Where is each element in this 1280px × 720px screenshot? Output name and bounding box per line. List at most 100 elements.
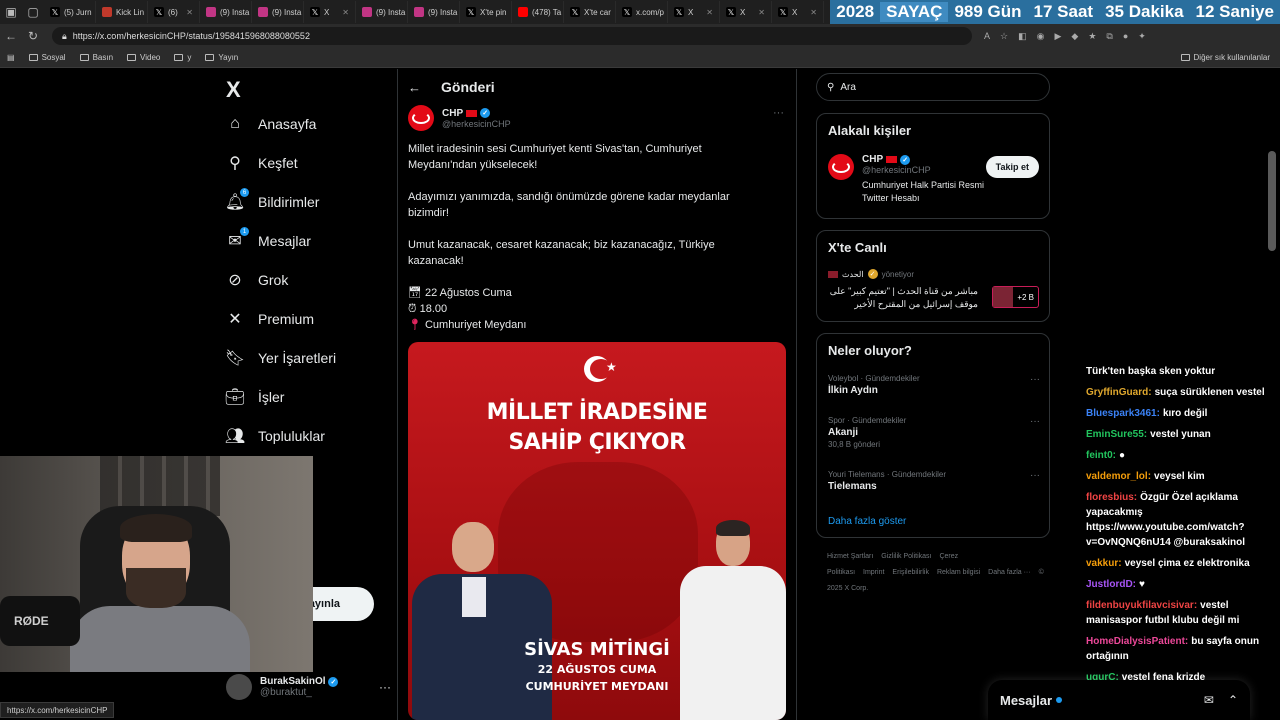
- close-tab-icon[interactable]: ✕: [706, 8, 713, 17]
- browser-tab[interactable]: 𝕏(5) Jurn✕: [44, 1, 96, 23]
- time-text: 18.00: [419, 303, 448, 315]
- extension-icon[interactable]: ◉: [1037, 31, 1045, 42]
- collections-icon[interactable]: ⧉: [1106, 31, 1112, 42]
- footer-link[interactable]: Gizlilik Politikası: [881, 553, 931, 560]
- browser-tab[interactable]: 𝕏 X ✕: [720, 1, 772, 23]
- footer-link[interactable]: Hizmet Şartları: [827, 553, 873, 560]
- bookmark-folder[interactable]: Basın: [73, 53, 120, 62]
- bookmark-folder[interactable]: Sosyal: [22, 53, 73, 62]
- chat-username[interactable]: HomeDialysisPatient:: [1086, 636, 1188, 647]
- reload-icon[interactable]: ↻: [22, 25, 44, 47]
- follow-button[interactable]: Takip et: [985, 156, 1039, 178]
- live-listeners-badge[interactable]: +2 B: [992, 286, 1039, 308]
- chat-username[interactable]: Bluespark3461:: [1086, 408, 1160, 419]
- more-icon[interactable]: ···: [379, 680, 391, 694]
- browser-tab[interactable]: (9) Insta✕: [356, 1, 408, 23]
- trend-item[interactable]: Voleybol · Gündemdekiler İlkin Aydın ···: [828, 374, 1040, 396]
- tweet-image[interactable]: ★ MİLLET İRADESİNE SAHİP ÇIKIYOR SİVAS M…: [408, 342, 786, 720]
- more-icon[interactable]: ···: [1030, 374, 1040, 385]
- back-arrow-icon[interactable]: ←: [408, 80, 421, 95]
- browser-tab[interactable]: (9) Insta✕: [252, 1, 304, 23]
- nav-item-mail[interactable]: ✉ 1 Mesajlar: [226, 227, 311, 250]
- tweet-author[interactable]: CHP ✓ @herkesicinCHP: [408, 105, 511, 131]
- chat-username[interactable]: valdemor_lol:: [1086, 471, 1151, 482]
- browser-tab[interactable]: 𝕏x.com/p✕: [616, 1, 668, 23]
- nav-item-home[interactable]: ⌂ Anasayfa: [226, 115, 316, 133]
- author-name[interactable]: CHP ✓: [442, 108, 511, 119]
- new-message-icon[interactable]: ✉: [1204, 693, 1214, 707]
- browser-tab[interactable]: 𝕏 X ✕: [668, 1, 720, 23]
- bookmark-menu-icon[interactable]: ▤: [0, 53, 22, 62]
- browser-tab[interactable]: 𝕏X'te car✕: [564, 1, 616, 23]
- browser-tab[interactable]: (478) Ta✕: [512, 1, 564, 23]
- footer-link[interactable]: Imprint: [863, 569, 884, 576]
- browser-tab[interactable]: Kick Lin✕: [96, 1, 148, 23]
- more-options-icon[interactable]: ···: [773, 107, 784, 119]
- workspaces-icon[interactable]: ▣: [0, 1, 22, 23]
- browser-tab[interactable]: 𝕏 X ✕: [772, 1, 824, 23]
- more-icon[interactable]: ···: [1030, 470, 1040, 481]
- avatar[interactable]: [408, 105, 434, 131]
- close-tab-icon[interactable]: ✕: [758, 8, 765, 17]
- browser-tab[interactable]: 𝕏 X ✕: [304, 1, 356, 23]
- chat-username[interactable]: feint0:: [1086, 450, 1116, 461]
- profile-avatar[interactable]: ●: [1123, 31, 1128, 42]
- extension-icon[interactable]: ◆: [1071, 31, 1078, 42]
- related-person[interactable]: CHP ✓ @herkesicinCHP Cumhuriyet Halk Par…: [828, 154, 1012, 205]
- scrollbar[interactable]: [1268, 151, 1276, 251]
- chat-username[interactable]: vakkur:: [1086, 558, 1122, 569]
- chat-username[interactable]: floresbius:: [1086, 492, 1137, 503]
- chat-username[interactable]: JustlordD:: [1086, 579, 1136, 590]
- x-logo[interactable]: X: [226, 77, 241, 103]
- chat-username[interactable]: fildenbuyukfilavcisivar:: [1086, 600, 1197, 611]
- live-host[interactable]: الحدث ✓ yönetiyor: [828, 269, 914, 279]
- trend-item[interactable]: Youri Tielemans · Gündemdekiler Tieleman…: [828, 470, 1040, 492]
- read-aloud-icon[interactable]: A: [984, 31, 990, 42]
- footer-link[interactable]: Reklam bilgisi: [937, 569, 980, 576]
- chat-username[interactable]: EminSure55:: [1086, 429, 1147, 440]
- chat-message: floresbius: Özgür Özel açıklama yapacakmı…: [1086, 490, 1280, 550]
- close-tab-icon[interactable]: ✕: [342, 8, 349, 17]
- tab-actions-icon[interactable]: ▢: [22, 1, 44, 23]
- author-handle[interactable]: @herkesicinCHP: [442, 119, 511, 129]
- nav-item-bookmark[interactable]: 🔖︎ Yer İşaretleri: [225, 349, 336, 367]
- extension-icon[interactable]: ◧: [1018, 31, 1027, 42]
- nav-item-x[interactable]: ✕ Premium: [226, 310, 314, 328]
- search-input[interactable]: ⚲ Ara: [816, 73, 1050, 101]
- bookmark-folder[interactable]: y: [167, 53, 198, 62]
- bookmark-folder[interactable]: Video: [120, 53, 167, 62]
- browser-tab[interactable]: (9) Insta✕: [408, 1, 460, 23]
- footer-link[interactable]: Daha fazla ···: [988, 569, 1030, 576]
- favorites-icon[interactable]: ★: [1088, 31, 1096, 42]
- card-title: Neler oluyor?: [828, 343, 912, 358]
- extension-icon[interactable]: ▶: [1054, 31, 1061, 42]
- back-icon[interactable]: ←: [0, 25, 22, 47]
- browser-tab[interactable]: 𝕏 (6) ✕: [148, 1, 200, 23]
- x-icon: 𝕏: [466, 7, 476, 17]
- footer-link[interactable]: Erişilebilirlik: [892, 569, 929, 576]
- nav-item-grok[interactable]: ⊘ Grok: [226, 271, 288, 289]
- show-more-link[interactable]: Daha fazla göster: [828, 516, 906, 527]
- nav-item-briefcase[interactable]: 💼︎ İşler: [225, 388, 285, 406]
- browser-tab[interactable]: (9) Insta✕: [200, 1, 252, 23]
- expand-icon[interactable]: ⌃: [1228, 693, 1238, 707]
- account-switcher[interactable]: BurakSakinOl ✓ @buraktut_ ···: [226, 671, 391, 703]
- live-headline[interactable]: مباشر من قناة الحدث | "تعتيم كبير" على م…: [828, 285, 978, 311]
- bookmark-folder[interactable]: Yayın: [198, 53, 245, 62]
- avatar[interactable]: [828, 154, 854, 180]
- close-tab-icon[interactable]: ✕: [810, 8, 817, 17]
- image-sub-line: SİVAS MİTİNGİ: [524, 639, 670, 660]
- close-tab-icon[interactable]: ✕: [186, 8, 193, 17]
- messages-drawer[interactable]: Mesajlar ✉ ⌃: [988, 680, 1250, 720]
- browser-tab[interactable]: 𝕏X'te pin✕: [460, 1, 512, 23]
- trend-item[interactable]: Spor · Gündemdekiler Akanji 30,8 B gönde…: [828, 416, 1040, 449]
- chat-username[interactable]: GryffinGuard:: [1086, 387, 1152, 398]
- favorite-star-icon[interactable]: ☆: [1000, 31, 1008, 42]
- other-bookmarks[interactable]: Diğer sık kullanılanlar: [1174, 53, 1280, 62]
- more-icon[interactable]: ···: [1030, 416, 1040, 427]
- copilot-icon[interactable]: ✦: [1138, 31, 1146, 42]
- nav-item-people[interactable]: 👥︎ Topluluklar: [225, 427, 325, 445]
- url-field[interactable]: 🔒︎ https://x.com/herkesicinCHP/status/19…: [52, 27, 972, 45]
- nav-item-bell[interactable]: 🔔︎ 6 Bildirimler: [225, 188, 319, 211]
- nav-item-search[interactable]: ⚲ Keşfet: [226, 154, 298, 172]
